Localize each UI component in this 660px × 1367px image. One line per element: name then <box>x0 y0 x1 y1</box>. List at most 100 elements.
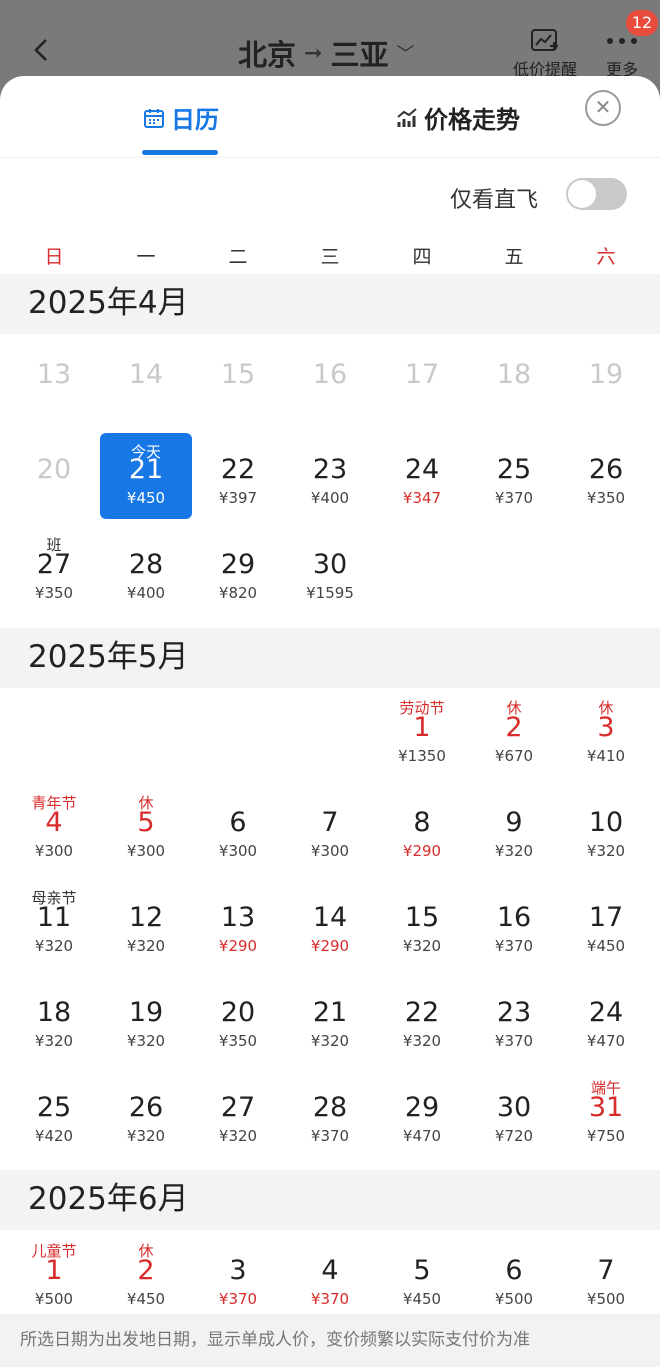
date-cell[interactable]: 18 ¥320 <box>8 997 100 1051</box>
date-cell[interactable]: 7 ¥300 <box>284 808 376 861</box>
date-price: ¥397 <box>218 489 258 507</box>
date-cell: 14 <box>100 360 192 390</box>
date-cell[interactable]: 3 ¥370 <box>192 1256 284 1309</box>
date-cell[interactable]: 15 ¥320 <box>376 902 468 956</box>
date-cell[interactable]: 9 ¥320 <box>468 808 560 861</box>
date-cell[interactable]: 20 ¥350 <box>192 997 284 1051</box>
date-cell[interactable]: 26 ¥350 <box>560 455 652 508</box>
date-number: 4 <box>321 1255 339 1286</box>
toggle-knob <box>568 180 596 208</box>
date-label: 休 <box>598 699 614 717</box>
month-header: 2025年4月 <box>0 274 660 334</box>
date-cell: 13 <box>8 360 100 390</box>
date-number: 18 <box>36 997 72 1028</box>
date-number: 16 <box>496 902 532 933</box>
tab-calendar[interactable]: 日历 <box>143 100 219 135</box>
date-price: ¥290 <box>402 842 442 860</box>
date-cell[interactable]: 28 ¥370 <box>284 1093 376 1146</box>
date-cell[interactable]: 23 ¥400 <box>284 454 376 508</box>
date-number: 29 <box>220 549 256 580</box>
date-cell[interactable]: 6 ¥500 <box>468 1256 560 1309</box>
date-cell[interactable]: 23 ¥370 <box>468 998 560 1051</box>
date-cell[interactable]: 21 ¥320 <box>284 998 376 1051</box>
date-number: 26 <box>128 1092 164 1123</box>
date-cell[interactable]: 22 ¥320 <box>376 997 468 1051</box>
date-cell[interactable]: 25 ¥370 <box>468 455 560 508</box>
date-cell[interactable]: 端午 31 ¥750 <box>560 1079 652 1145</box>
date-cell[interactable]: 27 ¥320 <box>192 1092 284 1146</box>
date-price: ¥450 <box>126 1290 166 1308</box>
date-cell[interactable]: 29 ¥470 <box>376 1093 468 1146</box>
date-cell[interactable]: 25 ¥420 <box>8 1092 100 1146</box>
date-price: ¥350 <box>218 1032 258 1050</box>
date-cell[interactable]: 今天 21 ¥450 <box>100 433 192 519</box>
date-number: 1 <box>45 1255 63 1286</box>
date-cell[interactable]: 7 ¥500 <box>560 1256 652 1309</box>
date-label: 劳动节 <box>399 699 445 717</box>
date-cell[interactable]: 8 ¥290 <box>376 808 468 861</box>
back-arrow-icon[interactable] <box>30 38 54 62</box>
date-cell[interactable]: 26 ¥320 <box>100 1092 192 1146</box>
date-number: 11 <box>36 902 72 933</box>
date-price: ¥320 <box>126 1032 166 1050</box>
date-cell[interactable]: 休 2 ¥450 <box>100 1242 192 1308</box>
route-title[interactable]: 北京 ➞ 三亚 ﹀ <box>238 32 414 74</box>
date-cell[interactable]: 劳动节 1 ¥1350 <box>376 699 468 765</box>
price-alert-button[interactable]: 低价提醒 <box>513 28 577 80</box>
date-label: 休 <box>138 794 154 812</box>
date-number: 20 <box>220 997 256 1028</box>
weekday-label: 日 <box>44 246 64 268</box>
date-number: 31 <box>588 1092 624 1123</box>
date-cell[interactable]: 24 ¥347 <box>376 455 468 508</box>
date-cell[interactable]: 休 2 ¥670 <box>468 699 560 765</box>
date-label: 班 <box>46 536 62 554</box>
date-cell[interactable]: 休 5 ¥300 <box>100 794 192 860</box>
date-price: ¥450 <box>586 937 626 955</box>
date-cell[interactable]: 30 ¥720 <box>468 1093 560 1146</box>
date-price: ¥290 <box>218 937 258 955</box>
date-cell[interactable]: 14 ¥290 <box>284 903 376 956</box>
date-cell[interactable]: 6 ¥300 <box>192 808 284 861</box>
date-number: 22 <box>220 454 256 485</box>
date-cell[interactable]: 29 ¥820 <box>192 549 284 603</box>
tab-price-trend[interactable]: 价格走势 <box>396 100 520 135</box>
chevron-down-icon: ﹀ <box>396 44 415 65</box>
date-cell[interactable]: 16 ¥370 <box>468 902 560 956</box>
date-number: 4 <box>45 807 63 838</box>
date-cell[interactable]: 30 ¥1595 <box>284 550 376 603</box>
date-cell[interactable]: 班 27 ¥350 <box>8 536 100 602</box>
date-cell[interactable]: 28 ¥400 <box>100 550 192 603</box>
notification-badge: 12 <box>626 10 658 36</box>
date-cell[interactable]: 24 ¥470 <box>560 998 652 1051</box>
date-cell[interactable]: 22 ¥397 <box>192 454 284 508</box>
close-icon[interactable]: ✕ <box>585 90 621 126</box>
date-cell[interactable]: 12 ¥320 <box>100 903 192 956</box>
date-cell[interactable]: 母亲节 11 ¥320 <box>8 889 100 955</box>
date-price: ¥370 <box>494 1032 534 1050</box>
date-cell[interactable]: 儿童节 1 ¥500 <box>8 1242 100 1308</box>
date-price: ¥320 <box>402 937 442 955</box>
date-cell[interactable]: 13 ¥290 <box>192 903 284 956</box>
date-price: ¥1350 <box>398 747 446 765</box>
date-price: ¥300 <box>34 842 74 860</box>
date-cell[interactable]: 5 ¥450 <box>376 1256 468 1309</box>
date-cell[interactable]: 休 3 ¥410 <box>560 699 652 765</box>
date-cell[interactable]: 10 ¥320 <box>560 808 652 861</box>
date-number: 17 <box>404 359 440 390</box>
date-number: 22 <box>404 997 440 1028</box>
date-cell[interactable]: 4 ¥370 <box>284 1255 376 1309</box>
date-number: 20 <box>36 454 72 485</box>
date-cell[interactable]: 19 ¥320 <box>100 998 192 1051</box>
date-cell[interactable]: 17 ¥450 <box>560 903 652 956</box>
direct-flight-toggle[interactable] <box>566 178 627 210</box>
date-number: 23 <box>312 454 348 485</box>
date-number: 25 <box>36 1092 72 1123</box>
date-cell[interactable]: 青年节 4 ¥300 <box>8 794 100 860</box>
date-number: 15 <box>404 902 440 933</box>
route-arrow-icon: ➞ <box>304 40 323 66</box>
date-cell: 20 <box>8 455 100 485</box>
calendar-sheet: 日历 价格走势 ✕ 仅看直飞 日一二三四五六 2025年4月 13 14 15 16 17… <box>0 76 660 1367</box>
date-price: ¥470 <box>402 1127 442 1145</box>
more-button[interactable]: 更多 <box>604 28 640 80</box>
date-number: 27 <box>220 1092 256 1123</box>
